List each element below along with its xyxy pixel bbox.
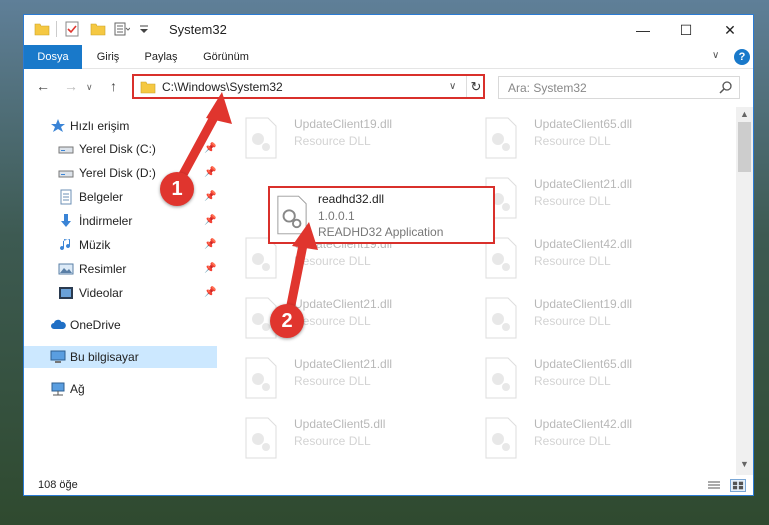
step-2-arrow <box>285 235 309 315</box>
step-1-badge: 1 <box>160 172 194 206</box>
step-2-arrowhead <box>292 222 318 250</box>
annotation-arrows <box>175 92 318 315</box>
step-2-badge: 2 <box>270 304 304 338</box>
step-1-arrow <box>175 105 223 185</box>
